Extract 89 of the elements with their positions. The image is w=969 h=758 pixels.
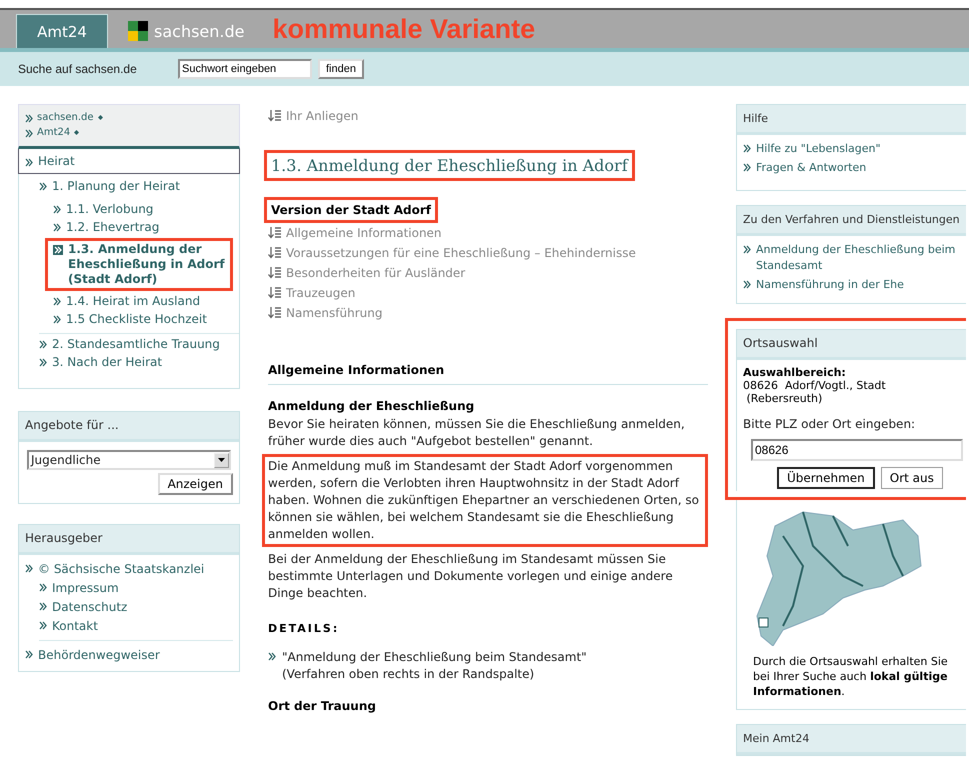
diamond-icon [74,130,80,134]
chevron-icon [25,650,33,659]
jump-down-icon [268,247,281,259]
jump-down-icon [268,287,281,299]
chevron-icon [53,297,61,306]
chevron-icon [743,245,751,254]
jump-down-icon [268,267,281,279]
anchor-link[interactable]: Trauzeugen [268,283,708,303]
nav-item[interactable]: 1.5 Checkliste Hochzeit [53,312,239,327]
details-label: DETAILS: [268,622,340,635]
arrow-square-icon [53,245,63,255]
chevron-icon [743,163,751,172]
chevron-icon [39,340,47,349]
chevron-icon [25,158,33,167]
chevron-icon [39,358,47,367]
page-title: 1.3. Anmeldung der Eheschließung in Adorf [271,156,628,175]
panel-title: Herausgeber [19,525,239,555]
anchor-link[interactable]: Voraussetzungen für eine Eheschließung – Ehehindernisse [268,243,708,263]
show-button[interactable]: Anzeigen [158,473,233,495]
version-heading: Version der Stadt Adorf [271,203,431,217]
publisher-link[interactable]: Datenschutz [25,599,233,615]
anchor-link[interactable]: Besonderheiten für Ausländer [268,263,708,283]
procedure-link[interactable]: Namensführung in der Ehe [743,277,960,293]
area-text: 08626 Adorf/Vogtl., Stadt [743,379,887,392]
chevron-icon [268,652,276,661]
chevron-icon [25,114,33,123]
nav-item[interactable]: 1.4. Heirat im Ausland [53,294,239,309]
info-text: Durch die Ortsauswahl erhalten Sie bei Ihrer Suche auch lokal gültige Informationen. [753,654,949,699]
publisher-link[interactable]: Impressum [25,580,233,596]
audience-select[interactable]: Jugendliche [27,450,231,470]
dropdown-icon [218,458,225,462]
nav-item[interactable]: 2. Standesamtliche Trauung [39,337,239,352]
anchor-link[interactable]: Namensführung [268,303,708,323]
paragraph: Bevor Sie heiraten können, müssen Sie die Eheschließung anmelden, früher wurde dies auch "Aufgebot bestellen" genannt. [268,416,686,450]
location-button[interactable]: Ort aus [880,467,943,489]
chevron-icon [743,280,751,289]
chevron-icon [53,205,61,214]
chevron-icon [39,583,47,592]
chevron-icon [39,182,47,191]
annotation-text: kommunale Variante [272,14,536,44]
nav-item[interactable]: 1.2. Ehevertrag [53,220,239,235]
search-label: Suche auf sachsen.de [18,62,138,76]
logo-icon [128,21,148,41]
logo-text: sachsen.de [154,22,244,40]
section-heading: Allgemeine Informationen [268,363,708,385]
jump-down-icon [268,307,281,319]
chevron-icon [39,621,47,630]
panel-title: Ortsauswahl [737,330,966,360]
panel-title: Mein Amt24 [737,725,966,755]
panel-title: Angebote für ... [19,412,239,442]
details-link[interactable]: "Anmeldung der Eheschließung beim Standesamt" (Verfahren oben rechts in der Randspalte) [282,649,587,683]
publisher-link[interactable]: Kontakt [25,618,233,634]
publisher-link[interactable]: © Sächsische Staatskanzlei [25,561,233,577]
chevron-icon [53,315,61,324]
search-field[interactable]: Suchwort eingeben [178,59,312,79]
nav-item[interactable]: Heirat [18,149,240,174]
panel-title: Zu den Verfahren und Dienstleistungen [737,206,966,236]
publisher-link[interactable]: Behördenwegweiser [25,647,233,663]
breadcrumb-link[interactable]: sachsen.de [25,111,233,123]
tab[interactable]: Amt24 [16,14,108,48]
nav-item[interactable]: 1.3. Anmeldung der Eheschließung in Adorf (Stadt Adorf) [45,238,233,291]
paragraph: Die Anmeldung muß im Standesamt der Stadt Adorf vorgenommen werden, sofern die Verlobten ihren Hauptwohnsitz in der Stadt Adorf haben. Wohnen die zukünftigen Ehepartner an verschiedenen Orten, so können sie wählen, bei welchem Standesamt sie die Eheschließung anmelden wollen. [262,454,708,547]
panel-title: Hilfe [737,105,966,135]
diamond-icon [98,114,103,120]
chevron-icon [53,223,61,232]
anchor-link[interactable]: Ihr Anliegen [268,106,708,126]
search-button[interactable]: finden [318,59,364,79]
paragraph: Bei der Anmeldung der Eheschließung im Standesamt müssen Sie bestimmte Unterlagen und Dokumente vorlegen und einige andere Dinge beachten. [268,551,674,602]
prompt-text: Bitte PLZ oder Ort eingeben: [743,417,916,431]
chevron-icon [25,129,33,138]
help-link[interactable]: Hilfe zu "Lebenslagen" [743,141,960,157]
location-field[interactable]: 08626 [751,439,963,461]
procedure-link[interactable]: Anmeldung der Eheschließung beim Standesamt [743,242,960,274]
chevron-icon [743,144,751,153]
nav-item[interactable]: 1.1. Verlobung [53,202,239,217]
nav-item[interactable]: 1. Planung der Heirat [39,179,239,194]
section-heading: Ort der Trauung [268,699,377,713]
area-text: (Rebersreuth) [746,392,824,405]
chevron-icon [39,602,47,611]
jump-down-icon [268,227,281,239]
anchor-link[interactable]: Allgemeine Informationen [268,223,708,243]
jump-down-icon [268,110,281,122]
area-label: Auswahlbereich: [743,366,847,379]
chevron-icon [25,564,33,573]
subsection-heading: Anmeldung der Eheschließung [268,399,476,413]
help-link[interactable]: Fragen & Antworten [743,160,960,176]
location-button[interactable]: Übernehmen [777,467,875,489]
nav-item[interactable]: 3. Nach der Heirat [39,355,239,370]
breadcrumb-link[interactable]: Amt24 [25,126,233,138]
